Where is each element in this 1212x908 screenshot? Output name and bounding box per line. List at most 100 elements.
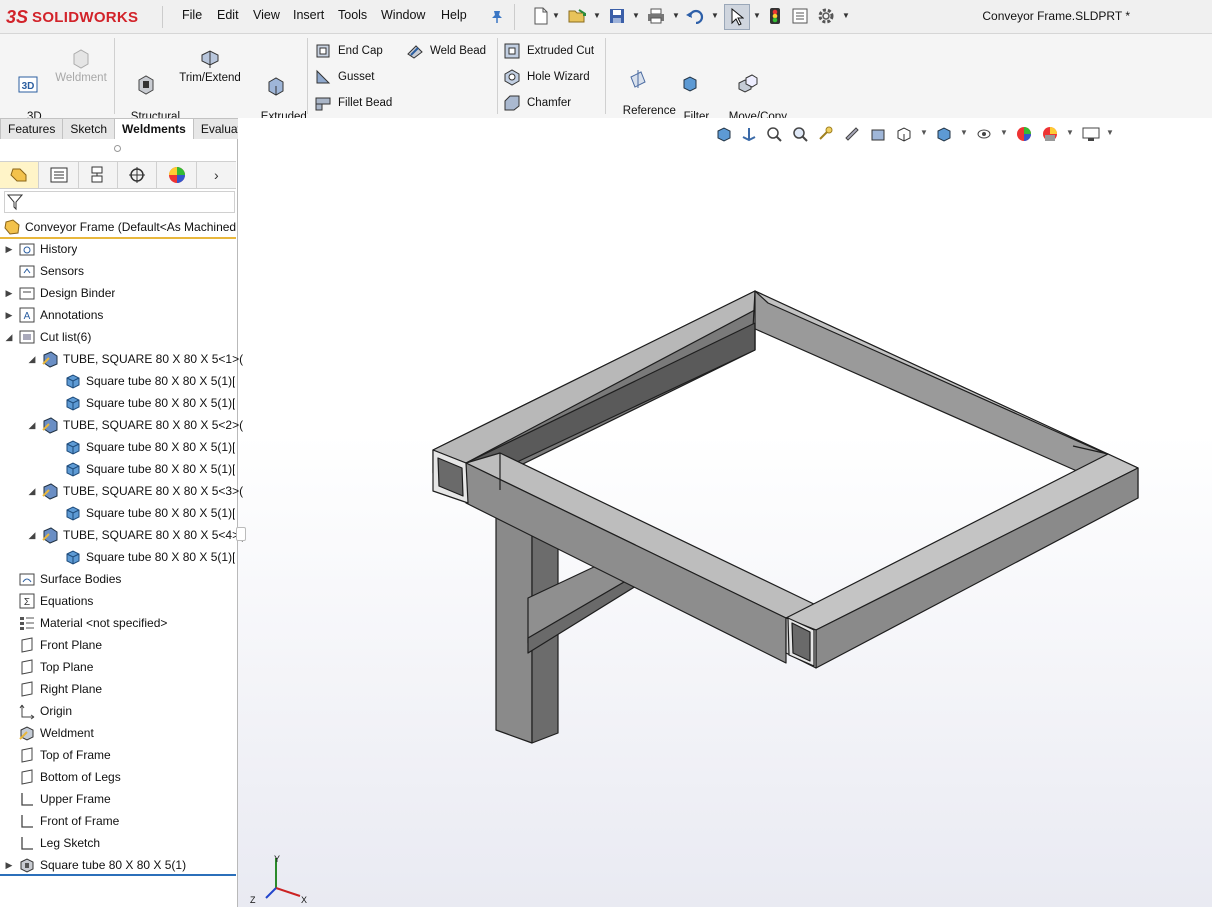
collapse-arrow-icon[interactable]: ◢ — [27, 530, 37, 541]
tree-item[interactable]: ◢ Cut list(6) — [4, 326, 92, 348]
tree-item[interactable]: Sensors — [4, 260, 84, 282]
menu-edit[interactable]: Edit — [217, 8, 239, 22]
new-document-icon[interactable] — [532, 7, 550, 25]
tree-item[interactable]: ◢ TUBE, SQUARE 80 X 80 X 5<3>( — [27, 480, 243, 502]
tree-item[interactable]: Square tube 80 X 80 X 5(1)[ — [50, 370, 235, 392]
rebuild-icon[interactable] — [766, 7, 784, 25]
tab-weldments[interactable]: Weldments — [114, 118, 194, 140]
collapse-arrow-icon[interactable]: ◢ — [4, 332, 14, 343]
tree-item[interactable]: Front Plane — [4, 634, 102, 656]
expand-arrow-icon[interactable]: ▶ — [4, 310, 14, 321]
select-icon[interactable] — [724, 4, 750, 30]
tree-item[interactable]: Top of Frame — [4, 744, 111, 766]
tree-item[interactable]: Top Plane — [4, 656, 93, 678]
zoom-to-area-icon[interactable] — [791, 125, 809, 143]
save-icon[interactable] — [608, 7, 626, 25]
previous-zoom-icon[interactable] — [816, 125, 834, 143]
tree-item[interactable]: ▶ Design Binder — [4, 282, 116, 304]
solidworks-logo[interactable]: 3S SOLIDWORKS — [6, 4, 154, 30]
chevron-down-icon[interactable]: ▼ — [920, 128, 928, 137]
property-manager-tab[interactable] — [39, 162, 79, 188]
trim-extend-button[interactable]: Trim/Extend — [178, 48, 242, 85]
menu-window[interactable]: Window — [381, 8, 425, 22]
panel-splitter-handle[interactable] — [114, 145, 121, 152]
chevron-down-icon[interactable]: ▼ — [1000, 128, 1008, 137]
tree-item[interactable]: Front of Frame — [4, 810, 119, 832]
panel-scroll-right-button[interactable]: › — [197, 162, 236, 188]
view-settings-icon[interactable] — [1082, 125, 1100, 143]
view-selector-icon[interactable] — [895, 125, 913, 143]
panel-collapse-handle[interactable] — [236, 527, 246, 541]
tree-item[interactable]: Square tube 80 X 80 X 5(1)[ — [50, 392, 235, 414]
collapse-arrow-icon[interactable]: ◢ — [27, 420, 37, 431]
collapse-arrow-icon[interactable]: ◢ — [27, 354, 37, 365]
tree-item[interactable]: Square tube 80 X 80 X 5(1)[ — [50, 458, 235, 480]
tree-item[interactable]: Origin — [4, 700, 72, 722]
tree-item[interactable]: Square tube 80 X 80 X 5(1)[ — [50, 436, 235, 458]
weld-bead-button[interactable]: Weld Bead — [406, 42, 486, 60]
tree-item[interactable]: Square tube 80 X 80 X 5(1)[ — [50, 502, 235, 524]
tree-item[interactable]: ▶ A Annotations — [4, 304, 103, 326]
tree-item[interactable]: Material <not specified> — [4, 612, 167, 634]
file-properties-icon[interactable] — [791, 7, 809, 25]
chevron-down-icon[interactable]: ▼ — [1066, 128, 1074, 137]
dynamic-annotation-icon[interactable] — [869, 125, 887, 143]
menu-help[interactable]: Help — [441, 8, 467, 22]
gusset-button[interactable]: Gusset — [314, 68, 374, 86]
extruded-cut-button[interactable]: Extruded Cut — [503, 42, 594, 60]
tree-item[interactable]: Leg Sketch — [4, 832, 100, 854]
menu-file[interactable]: File — [182, 8, 202, 22]
edit-appearance-icon[interactable] — [1015, 125, 1033, 143]
expand-arrow-icon[interactable]: ▶ — [4, 288, 14, 299]
dimxpert-manager-tab[interactable] — [118, 162, 158, 188]
tree-item[interactable]: Bottom of Legs — [4, 766, 121, 788]
chevron-down-icon[interactable]: ▼ — [672, 11, 680, 20]
tree-filter-input[interactable] — [4, 191, 235, 213]
tab-sketch[interactable]: Sketch — [62, 118, 116, 139]
tree-item[interactable]: Surface Bodies — [4, 568, 121, 590]
collapse-arrow-icon[interactable]: ◢ — [27, 486, 37, 497]
apply-scene-icon[interactable] — [1041, 125, 1059, 143]
tree-item[interactable]: Σ Equations — [4, 590, 93, 612]
display-manager-tab[interactable] — [157, 162, 197, 188]
feature-manager-tab[interactable] — [0, 162, 40, 188]
chevron-down-icon[interactable]: ▼ — [960, 128, 968, 137]
configuration-manager-tab[interactable] — [79, 162, 119, 188]
undo-icon[interactable] — [686, 7, 704, 25]
tree-item[interactable]: Square tube 80 X 80 X 5(1)[ — [50, 546, 235, 568]
tree-item[interactable]: ◢ TUBE, SQUARE 80 X 80 X 5<1>( — [27, 348, 243, 370]
tree-item[interactable]: ▶ History — [4, 238, 78, 260]
expand-arrow-icon[interactable]: ▶ — [4, 244, 14, 255]
hide-show-items-icon[interactable] — [975, 125, 993, 143]
open-icon[interactable] — [568, 7, 586, 25]
weldment-button[interactable]: Weldment — [52, 48, 110, 85]
chamfer-button[interactable]: Chamfer — [503, 94, 571, 112]
zoom-to-fit-icon[interactable] — [765, 125, 783, 143]
tab-features[interactable]: Features — [0, 118, 64, 139]
tree-root-part[interactable]: Conveyor Frame (Default<As Machined> — [0, 216, 236, 239]
expand-arrow-icon[interactable]: ▶ — [4, 860, 14, 871]
chevron-down-icon[interactable]: ▼ — [1106, 128, 1114, 137]
print-icon[interactable] — [647, 7, 665, 25]
end-cap-button[interactable]: End Cap — [314, 42, 383, 60]
section-view-icon[interactable] — [843, 125, 861, 143]
tree-rollback-bar[interactable] — [0, 874, 236, 876]
options-gear-icon[interactable] — [817, 7, 835, 25]
tree-item[interactable]: Upper Frame — [4, 788, 111, 810]
hole-wizard-button[interactable]: Hole Wizard — [503, 68, 590, 86]
chevron-down-icon[interactable]: ▼ — [753, 11, 761, 20]
chevron-down-icon[interactable]: ▼ — [593, 11, 601, 20]
pin-icon[interactable] — [488, 7, 506, 25]
tree-item[interactable]: ◢ TUBE, SQUARE 80 X 80 X 5<4>( — [27, 524, 243, 546]
display-style-icon[interactable] — [935, 125, 953, 143]
graphics-area[interactable]: Y X Z — [238, 118, 1212, 907]
view-orientation-icon[interactable] — [715, 125, 733, 143]
menu-insert[interactable]: Insert — [293, 8, 324, 22]
tree-item[interactable]: ▶ Square tube 80 X 80 X 5(1) — [4, 854, 186, 876]
previous-view-icon[interactable] — [740, 125, 758, 143]
chevron-down-icon[interactable]: ▼ — [842, 11, 850, 20]
menu-view[interactable]: View — [253, 8, 280, 22]
tree-item[interactable]: Weldment — [4, 722, 94, 744]
chevron-down-icon[interactable]: ▼ — [711, 11, 719, 20]
menu-tools[interactable]: Tools — [338, 8, 367, 22]
